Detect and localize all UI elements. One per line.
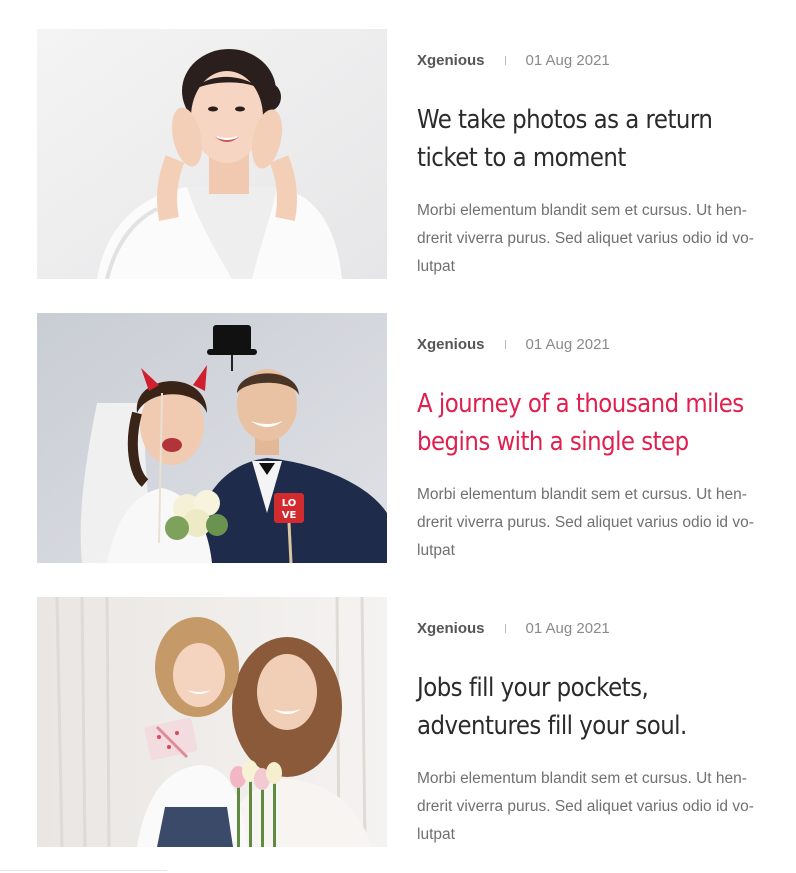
post-excerpt-line: lutpat [417,258,455,275]
svg-text:VE: VE [282,510,297,521]
post-author-link[interactable]: Xgenious [417,52,485,69]
post-thumbnail-image[interactable] [37,29,387,279]
post-excerpt-line: lutpat [417,542,455,559]
post-excerpt-line: Morbi elementum blandit sem et cursus. U… [417,770,747,787]
section-divider [0,870,167,871]
post-title-link[interactable]: Jobs fill your pockets, adventures fill … [417,669,736,745]
post-title-link[interactable]: We take photos as a return ticket to a m… [417,101,736,177]
post-author-link[interactable]: Xgenious [417,336,485,353]
post-title-link[interactable]: A journey of a thousand miles begins wit… [417,385,744,461]
post-meta: Xgenious 01 Aug 2021 [417,50,610,70]
post-title-line: adventures fill your soul. [417,711,687,741]
portrait-woman-photo [37,29,387,279]
blog-post: LO VE Xgenious 01 Aug 2021 A journey of … [37,313,777,563]
meta-divider [504,55,506,65]
svg-text:LO: LO [282,498,297,509]
meta-divider [504,623,506,633]
post-excerpt: Morbi elementum blandit sem et cursus. U… [417,197,769,281]
wedding-couple-photo: LO VE [37,313,387,563]
post-title-line: ticket to a moment [417,143,626,173]
post-author-link[interactable]: Xgenious [417,620,485,637]
post-title-line: We take photos as a return [417,105,713,135]
post-excerpt: Morbi elementum blandit sem et cursus. U… [417,765,769,849]
post-title-line: begins with a single step [417,427,689,457]
post-excerpt-line: Morbi elementum blandit sem et cursus. U… [417,486,747,503]
post-date: 01 Aug 2021 [525,335,610,353]
meta-divider [504,339,506,349]
post-excerpt: Morbi elementum blandit sem et cursus. U… [417,481,769,565]
post-title-line: Jobs fill your pockets, [417,673,649,703]
blog-post: Xgenious 01 Aug 2021 Jobs fill your pock… [37,597,777,847]
post-meta: Xgenious 01 Aug 2021 [417,334,610,354]
post-thumbnail-image[interactable]: LO VE [37,313,387,563]
post-date: 01 Aug 2021 [525,51,610,69]
post-thumbnail-image[interactable] [37,597,387,847]
post-title-line: A journey of a thousand miles [417,389,744,419]
post-excerpt-line: lutpat [417,826,455,843]
post-date: 01 Aug 2021 [525,619,610,637]
post-meta: Xgenious 01 Aug 2021 [417,618,610,638]
blog-post: Xgenious 01 Aug 2021 We take photos as a… [37,29,777,279]
post-excerpt-line: drerit viverra purus. Sed aliquet varius… [417,230,754,247]
post-excerpt-line: drerit viverra purus. Sed aliquet varius… [417,798,754,815]
mother-daughter-photo [37,597,387,847]
post-excerpt-line: Morbi elementum blandit sem et cursus. U… [417,202,747,219]
post-excerpt-line: drerit viverra purus. Sed aliquet varius… [417,514,754,531]
